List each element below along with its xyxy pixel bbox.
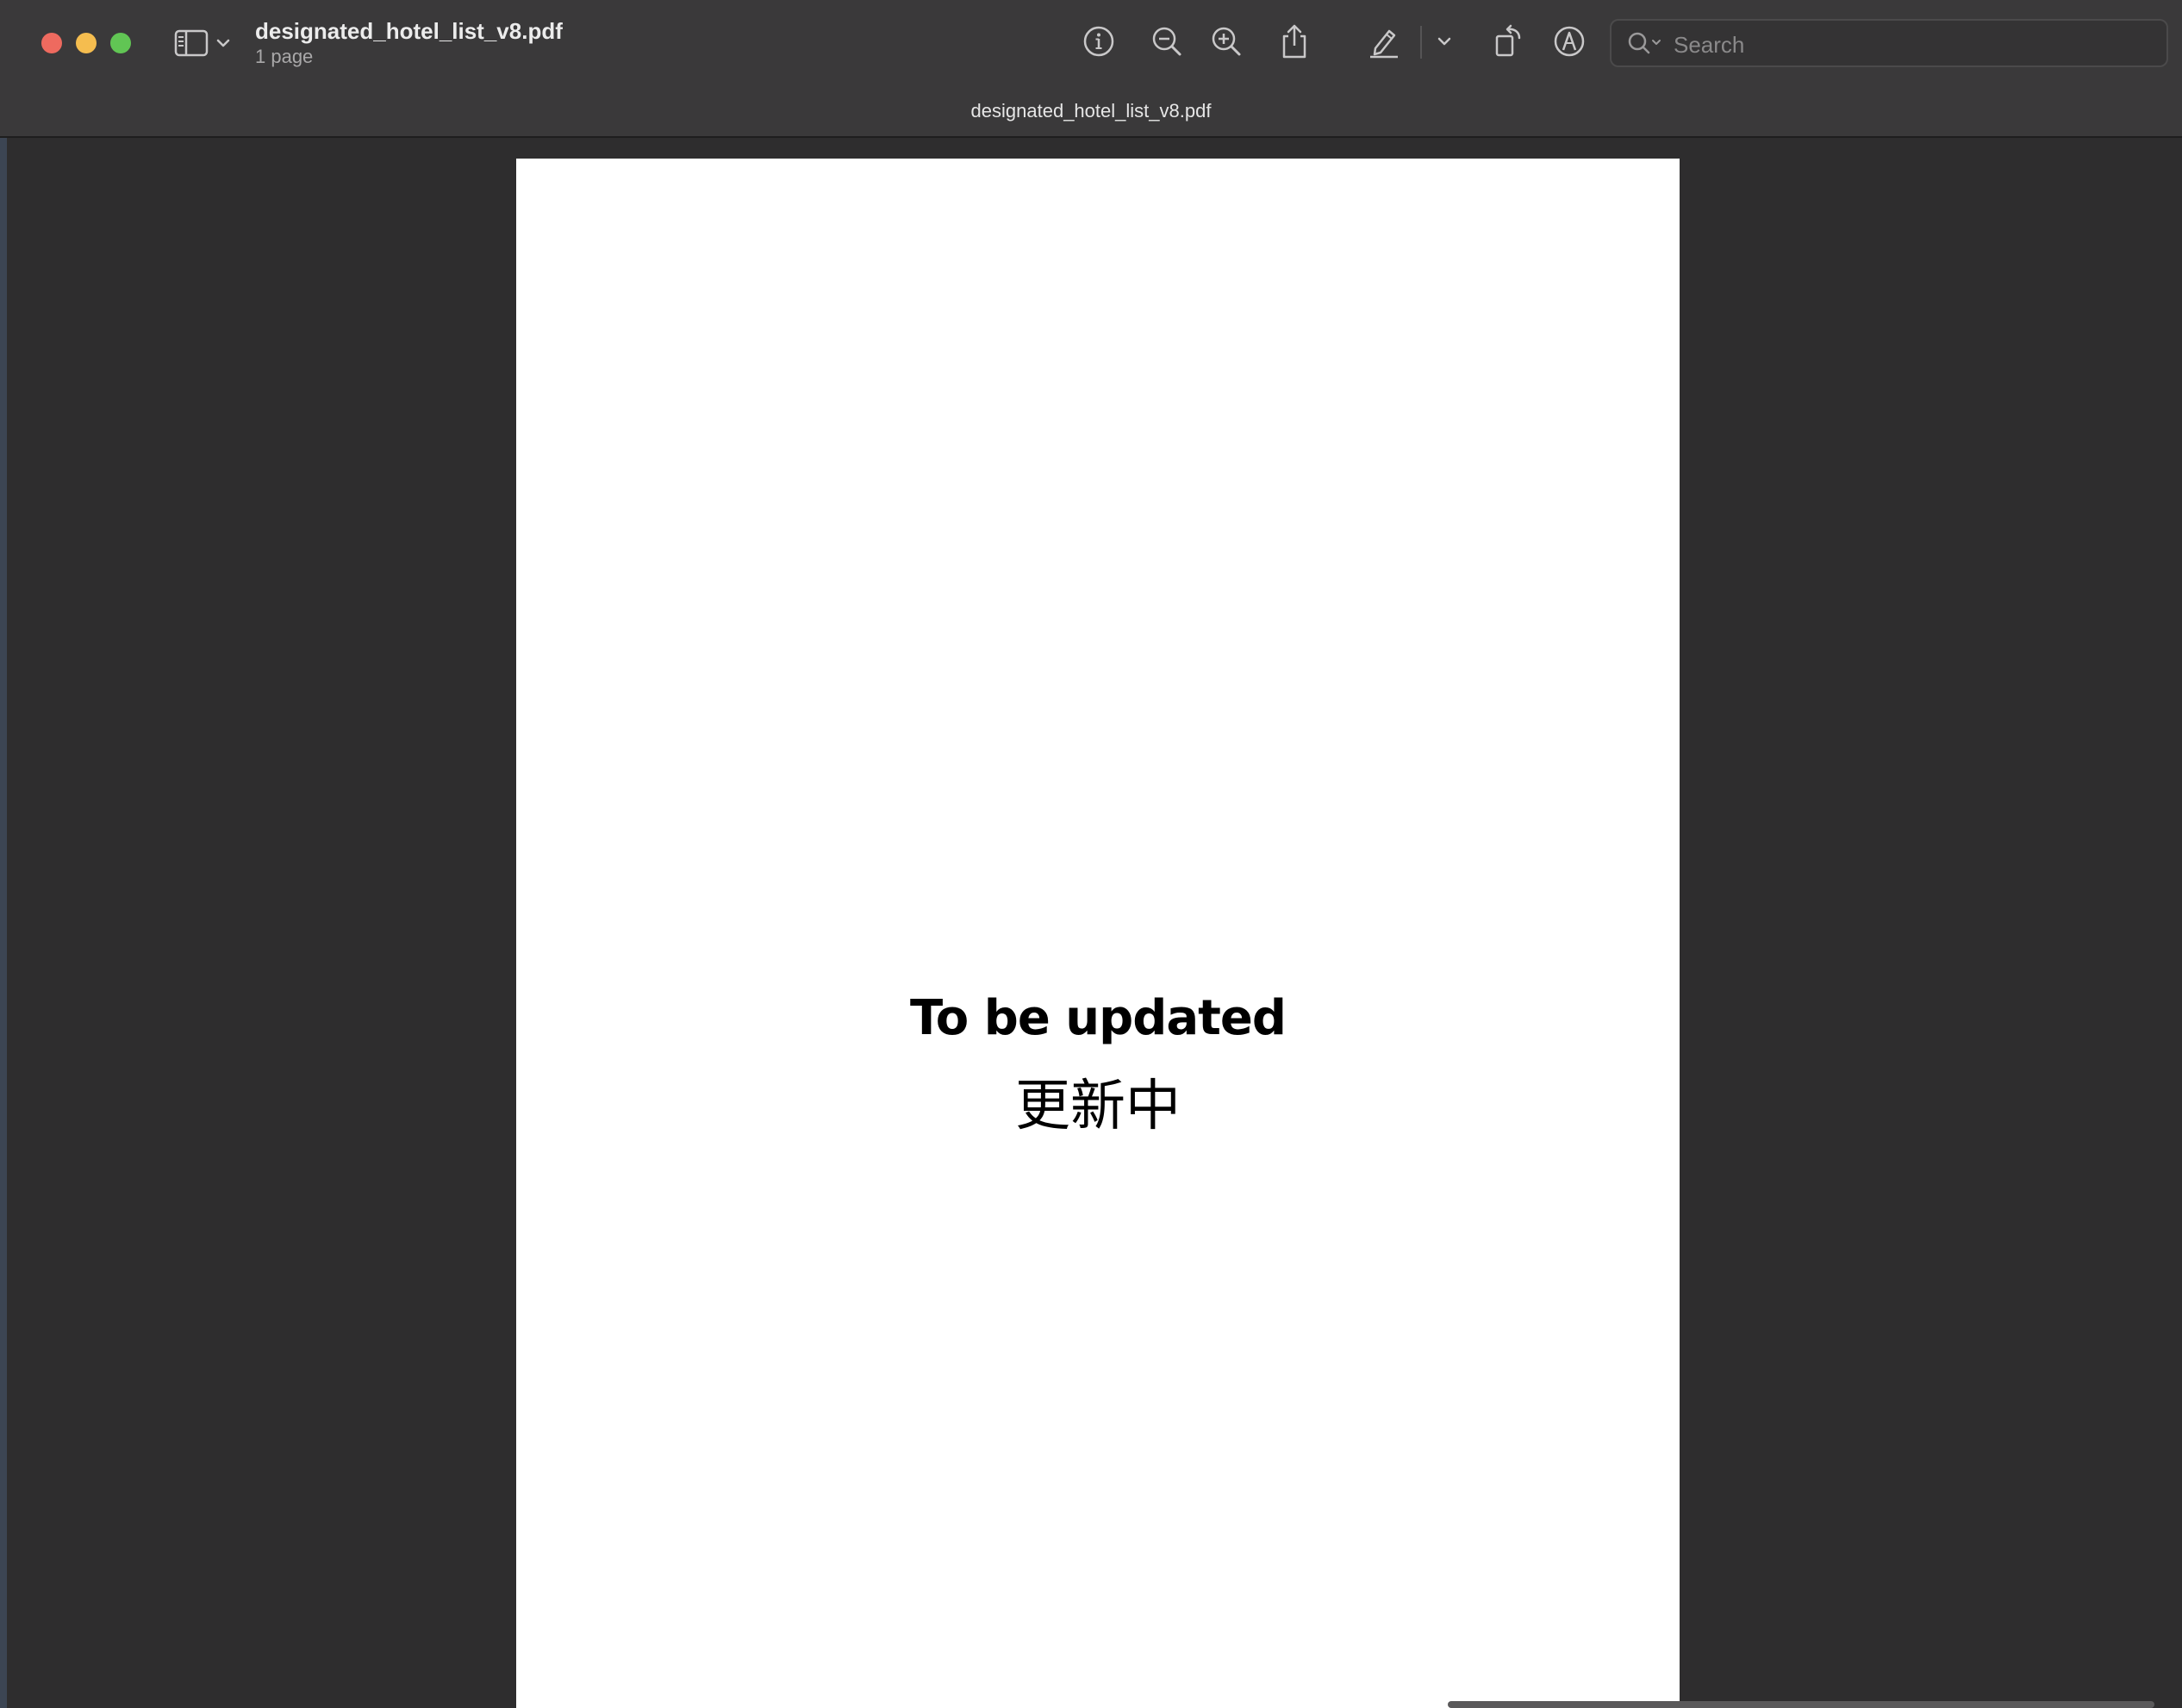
zoom-out-button[interactable] [1146, 21, 1188, 62]
close-window-button[interactable] [41, 33, 62, 53]
window-left-edge [0, 138, 7, 1708]
rotate-button[interactable] [1487, 21, 1529, 62]
share-icon [1277, 22, 1312, 60]
highlight-button[interactable] [1363, 21, 1405, 62]
window-document-title: designated_hotel_list_v8.pdf [970, 100, 1212, 122]
page-heading: To be updated [910, 990, 1287, 1046]
chevron-down-icon [1437, 36, 1452, 47]
chevron-down-icon [215, 38, 231, 48]
highlight-pen-icon [1367, 24, 1401, 59]
search-input[interactable] [1672, 28, 2158, 62]
info-icon [1082, 24, 1116, 59]
search-icon [1627, 31, 1665, 57]
markup-icon [1552, 24, 1587, 59]
maximize-window-button[interactable] [110, 33, 131, 53]
toolbar-divider [1420, 26, 1422, 59]
sidebar-toggle-button[interactable] [174, 28, 236, 59]
highlight-options-button[interactable] [1424, 21, 1465, 62]
zoom-in-icon [1209, 24, 1244, 59]
page-subheading: 更新中 [1015, 1075, 1181, 1138]
toolbar: designated_hotel_list_v8.pdf 1 page Sear… [0, 0, 2182, 138]
page-count: 1 page [255, 46, 314, 67]
preview-window: designated_hotel_list_v8.pdf 1 page Sear… [0, 0, 2182, 1708]
share-button[interactable] [1274, 21, 1315, 62]
minimize-window-button[interactable] [76, 33, 97, 53]
zoom-out-icon [1150, 24, 1184, 59]
document-title: designated_hotel_list_v8.pdf [255, 18, 563, 44]
rotate-icon [1491, 24, 1525, 59]
sidebar-icon [174, 29, 209, 57]
markup-button[interactable] [1549, 21, 1590, 62]
info-button[interactable] [1078, 21, 1119, 62]
search-field[interactable] [1610, 19, 2168, 67]
zoom-in-button[interactable] [1206, 21, 1247, 62]
horizontal-scrollbar[interactable] [1448, 1701, 2154, 1708]
pdf-page[interactable]: To be updated 更新中 [516, 159, 1680, 1708]
